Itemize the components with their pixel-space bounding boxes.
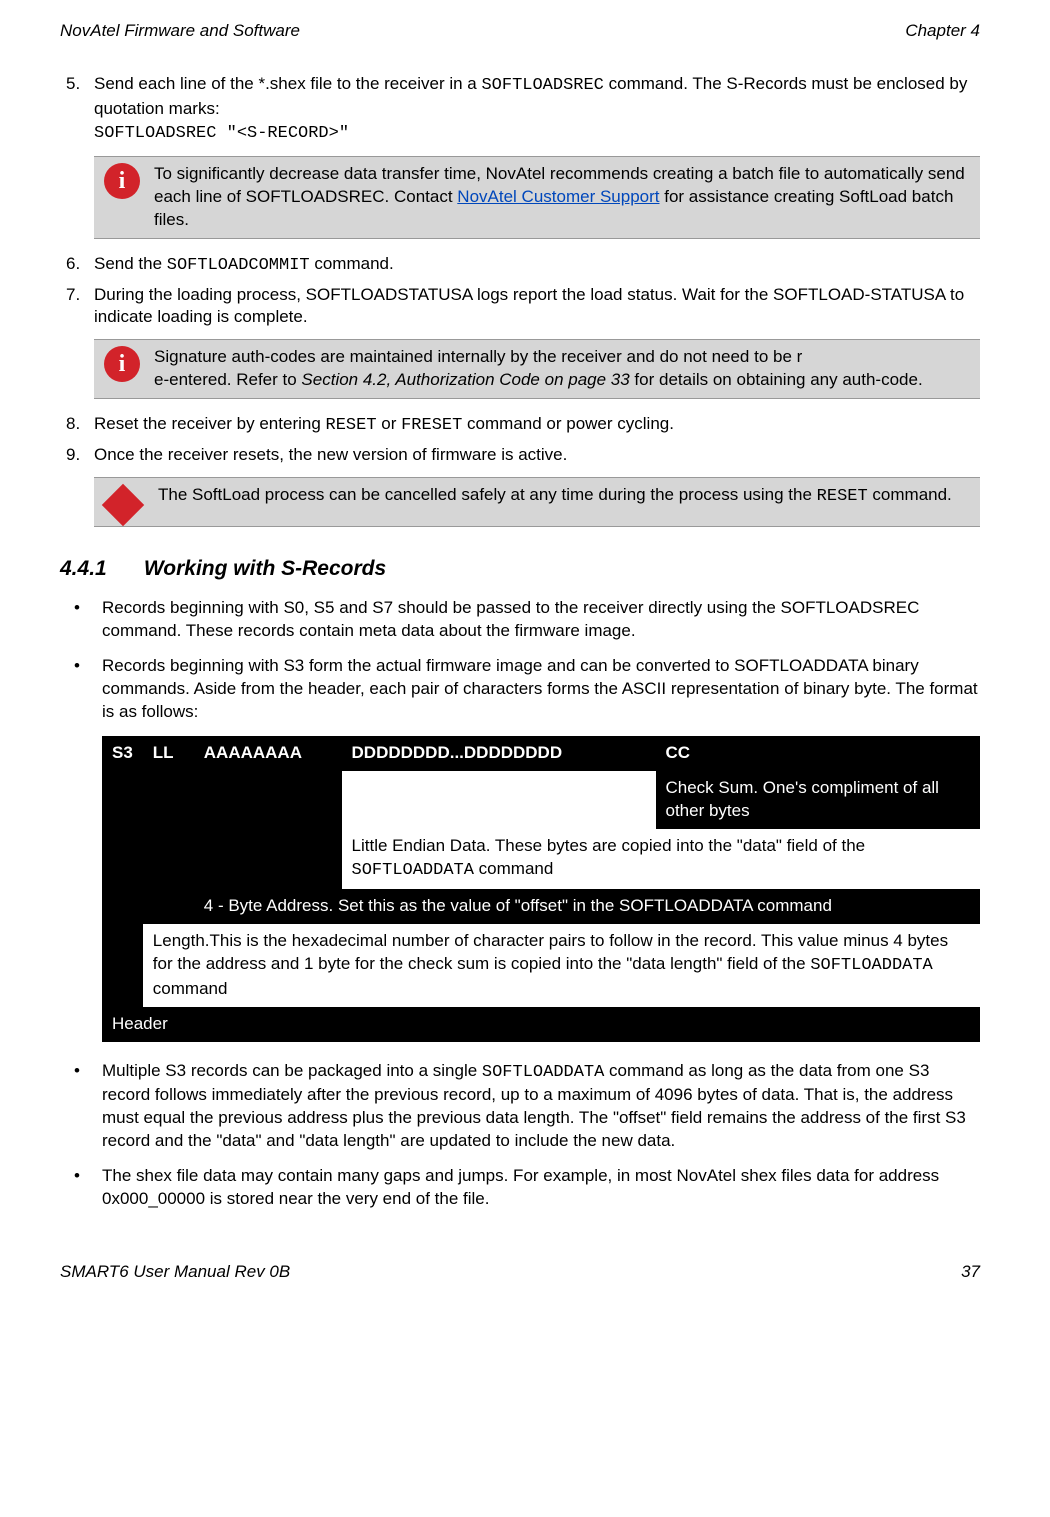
step-6: 6. Send the SOFTLOADCOMMIT command. [60,253,980,278]
bullet-text: Records beginning with S3 form the actua… [102,655,980,724]
cell-s3: S3 [102,736,143,771]
length-desc: Length.This is the hexadecimal number of… [143,924,980,1007]
text: command [474,859,553,878]
warning-icon [102,484,144,526]
step-body: During the loading process, SOFTLOADSTAT… [94,284,980,330]
text: Signature auth-codes are maintained inte… [154,347,802,366]
bullet-4: • The shex file data may contain many ga… [74,1165,980,1211]
text: or [377,414,402,433]
table-row-checksum: Check Sum. One's compliment of all other… [102,771,980,829]
code: FRESET [401,416,462,435]
info-icon: i [104,346,140,382]
text: Reset the receiver by entering [94,414,326,433]
cell-aaaa: AAAAAAAA [194,736,342,771]
step-7: 7. During the loading process, SOFTLOADS… [60,284,980,330]
code: SOFTLOADDATA [482,1063,604,1082]
page-header: NovAtel Firmware and Software Chapter 4 [60,20,980,43]
header-left: NovAtel Firmware and Software [60,20,300,43]
cell-dddd: DDDDDDDD...DDDDDDDD [342,736,656,771]
text: command [153,979,228,998]
step-number: 7. [60,284,94,330]
bullet-marker: • [74,597,102,643]
bullet-text: Multiple S3 records can be packaged into… [102,1060,980,1154]
address-desc: 4 - Byte Address. Set this as the value … [194,889,980,924]
bullet-2: • Records beginning with S3 form the act… [74,655,980,724]
text: The SoftLoad process can be cancelled sa… [158,485,817,504]
step-body: Send the SOFTLOADCOMMIT command. [94,253,980,278]
section-title: Working with S-Records [144,557,386,580]
code: SOFTLOADDATA [810,956,932,975]
bullet-marker: • [74,1060,102,1154]
step-number: 6. [60,253,94,278]
step-number: 5. [60,73,94,146]
info-callout-batch: i To significantly decrease data transfe… [94,156,980,239]
table-row-length: Length.This is the hexadecimal number of… [102,924,980,1007]
footer-right: 37 [961,1261,980,1284]
s3-record-table: S3 LL AAAAAAAA DDDDDDDD...DDDDDDDD CC Ch… [102,736,980,1041]
bullet-marker: • [74,655,102,724]
step-body: Once the receiver resets, the new versio… [94,444,980,467]
text: command. [310,254,394,273]
text: Multiple S3 records can be packaged into… [102,1061,482,1080]
table-row-header: S3 LL AAAAAAAA DDDDDDDD...DDDDDDDD CC [102,736,980,771]
table-row-address: 4 - Byte Address. Set this as the value … [102,889,980,924]
callout-body: The SoftLoad process can be cancelled sa… [158,484,970,509]
bullet-1: • Records beginning with S0, S5 and S7 s… [74,597,980,643]
header-right: Chapter 4 [905,20,980,43]
bullet-text: Records beginning with S0, S5 and S7 sho… [102,597,980,643]
text: Little Endian Data. These bytes are copi… [352,836,866,855]
cell-ll: LL [143,736,194,771]
page-footer: SMART6 User Manual Rev 0B 37 [60,1261,980,1284]
text: for details on obtaining any auth-code. [630,370,923,389]
text: Send each line of the *.shex file to the… [94,74,481,93]
header-desc: Header [102,1007,980,1042]
text: Send the [94,254,167,273]
text: command. [868,485,952,504]
text: command or power cycling. [462,414,674,433]
bullet-text: The shex file data may contain many gaps… [102,1165,980,1211]
bullet-marker: • [74,1165,102,1211]
cell-cc: CC [656,736,981,771]
info-icon: i [104,163,140,199]
callout-body: Signature auth-codes are maintained inte… [154,346,970,392]
code-line: SOFTLOADSREC "<S-RECORD>" [94,124,349,143]
step-number: 9. [60,444,94,467]
data-desc: Little Endian Data. These bytes are copi… [342,829,980,889]
warning-callout-reset: The SoftLoad process can be cancelled sa… [94,477,980,527]
bullet-3: • Multiple S3 records can be packaged in… [74,1060,980,1154]
callout-body: To significantly decrease data transfer … [154,163,970,232]
step-5: 5. Send each line of the *.shex file to … [60,73,980,146]
code: SOFTLOADSREC [481,76,603,95]
support-link[interactable]: NovAtel Customer Support [457,187,659,206]
step-8: 8. Reset the receiver by entering RESET … [60,413,980,438]
code: SOFTLOADCOMMIT [167,256,310,275]
code: SOFTLOADDATA [352,861,474,880]
table-row-data: Little Endian Data. These bytes are copi… [102,829,980,889]
section-number: 4.4.1 [60,555,138,583]
section-heading: 4.4.1 Working with S-Records [60,555,980,583]
step-9: 9. Once the receiver resets, the new ver… [60,444,980,467]
step-body: Reset the receiver by entering RESET or … [94,413,980,438]
code: RESET [817,487,868,506]
info-callout-authcode: i Signature auth-codes are maintained in… [94,339,980,399]
text: e-entered. Refer to [154,370,301,389]
section-ref: Section 4.2, Authorization Code on page … [301,370,629,389]
code: RESET [326,416,377,435]
footer-left: SMART6 User Manual Rev 0B [60,1261,290,1284]
checksum-desc: Check Sum. One's compliment of all other… [656,771,981,829]
step-number: 8. [60,413,94,438]
step-body: Send each line of the *.shex file to the… [94,73,980,146]
table-row-footer: Header [102,1007,980,1042]
